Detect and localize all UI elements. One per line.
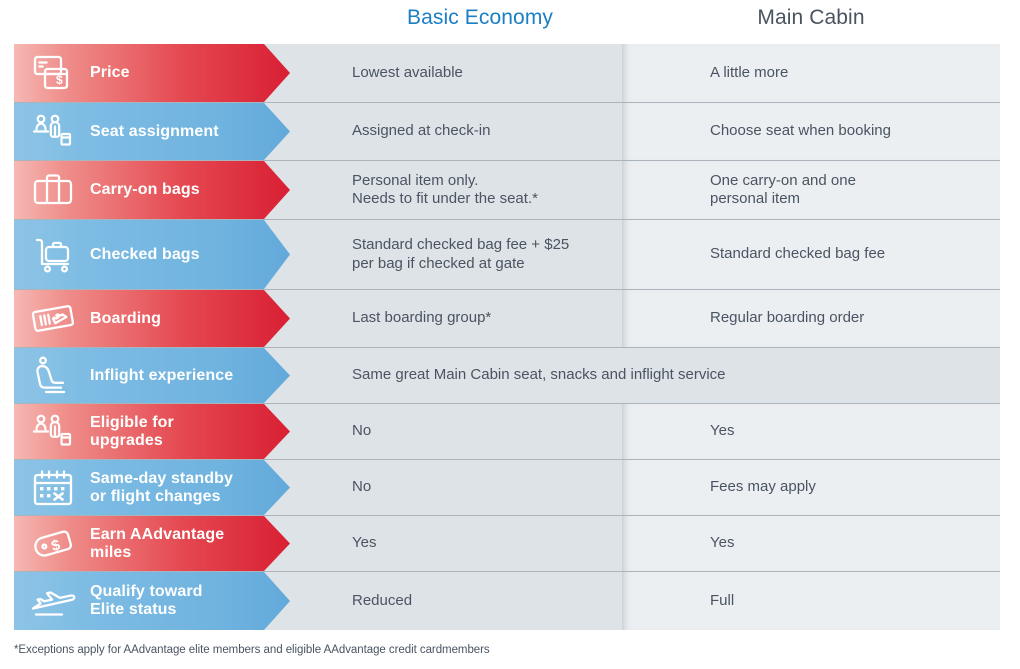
footnote: *Exceptions apply for AAdvantage elite m… <box>14 644 490 656</box>
table-row: Same-day standby or flight changes No Fees… <box>14 460 1000 516</box>
feature-label: Earn AAdvantage miles <box>90 525 225 561</box>
svg-text:$: $ <box>56 73 63 87</box>
price-tag-dollar-icon: $ <box>30 521 76 567</box>
cell-basic-economy: Reduced <box>352 591 413 609</box>
feature-label: Price <box>90 64 130 82</box>
feature-label: Boarding <box>90 309 162 327</box>
airline-seat-icon <box>30 353 76 399</box>
column-header-basic-economy: Basic Economy <box>406 6 554 29</box>
cell-basic-economy: Personal item only. Needs to fit under t… <box>352 171 538 207</box>
comparison-table: $ Price Lowest available A little more Seat … <box>14 44 1000 638</box>
feature-chevron: Seat assignment <box>14 103 290 160</box>
feature-chevron: Same-day standby or flight changes <box>14 460 290 515</box>
cell-main-cabin: Yes <box>710 422 735 440</box>
cell-main-cabin: One carry-on and one personal item <box>710 171 856 207</box>
calendar-x-icon <box>30 465 76 511</box>
cell-main-cabin: A little more <box>710 63 789 81</box>
cell-basic-economy: No <box>352 422 372 440</box>
cell-main-cabin: Yes <box>710 534 735 552</box>
feature-chevron: Carry-on bags <box>14 161 290 219</box>
column-headers: Basic Economy Main Cabin <box>0 0 1020 44</box>
feature-chevron: Boarding <box>14 290 290 347</box>
feature-label: Eligible for upgrades <box>90 413 174 449</box>
suitcase-icon <box>30 167 76 213</box>
feature-label: Inflight experience <box>90 366 234 384</box>
table-row: Eligible for upgrades No Yes <box>14 404 1000 460</box>
cell-main-cabin: Full <box>710 591 735 609</box>
feature-chevron: Eligible for upgrades <box>14 404 290 459</box>
cell-basic-economy: Standard checked bag fee + $25 per bag i… <box>352 236 570 272</box>
upgrade-people-icon <box>30 409 76 455</box>
svg-text:$: $ <box>49 536 62 555</box>
luggage-cart-icon <box>30 232 76 278</box>
cell-main-cabin: Choose seat when booking <box>710 122 891 140</box>
table-row: $ Price Lowest available A little more <box>14 44 1000 103</box>
feature-chevron: Qualify toward Elite status <box>14 572 290 630</box>
cell-basic-economy: Lowest available <box>352 63 463 81</box>
table-row: Carry-on bags Personal item only. Needs t… <box>14 161 1000 220</box>
column-header-main-cabin: Main Cabin <box>757 6 865 29</box>
feature-chevron: $ Price <box>14 44 290 102</box>
table-row: $ Earn AAdvantage miles Yes Yes <box>14 516 1000 572</box>
cell-basic-economy: Assigned at check-in <box>352 122 491 140</box>
cell-main-cabin: Standard checked bag fee <box>710 245 886 263</box>
table-row: Qualify toward Elite status Reduced Full <box>14 572 1000 630</box>
feature-chevron: $ Earn AAdvantage miles <box>14 516 290 571</box>
feature-label: Checked bags <box>90 245 200 263</box>
cell-basic-economy: Last boarding group* <box>352 309 492 327</box>
airplane-icon <box>30 578 76 624</box>
feature-chevron: Inflight experience <box>14 348 290 403</box>
seat-assignment-people-icon <box>30 109 76 155</box>
table-row: Inflight experience Same great Main Cabin… <box>14 348 1000 404</box>
cell-basic-economy: Yes <box>352 534 377 552</box>
cell-main-cabin: Regular boarding order <box>710 309 865 327</box>
credit-card-dollar-icon: $ <box>30 50 76 96</box>
feature-label: Qualify toward Elite status <box>90 583 203 618</box>
cell-basic-economy: No <box>352 478 372 496</box>
feature-chevron: Checked bags <box>14 220 290 289</box>
cell-spanning: Same great Main Cabin seat, snacks and i… <box>352 366 726 384</box>
boarding-pass-icon <box>30 296 76 342</box>
cell-main-cabin: Fees may apply <box>710 478 816 496</box>
feature-label: Same-day standby or flight changes <box>90 469 233 505</box>
table-row: Checked bags Standard checked bag fee + $… <box>14 220 1000 290</box>
table-row: Seat assignment Assigned at check-in Choos… <box>14 103 1000 161</box>
table-row: Boarding Last boarding group* Regular boar… <box>14 290 1000 348</box>
feature-label: Seat assignment <box>90 122 219 140</box>
feature-label: Carry-on bags <box>90 181 200 199</box>
